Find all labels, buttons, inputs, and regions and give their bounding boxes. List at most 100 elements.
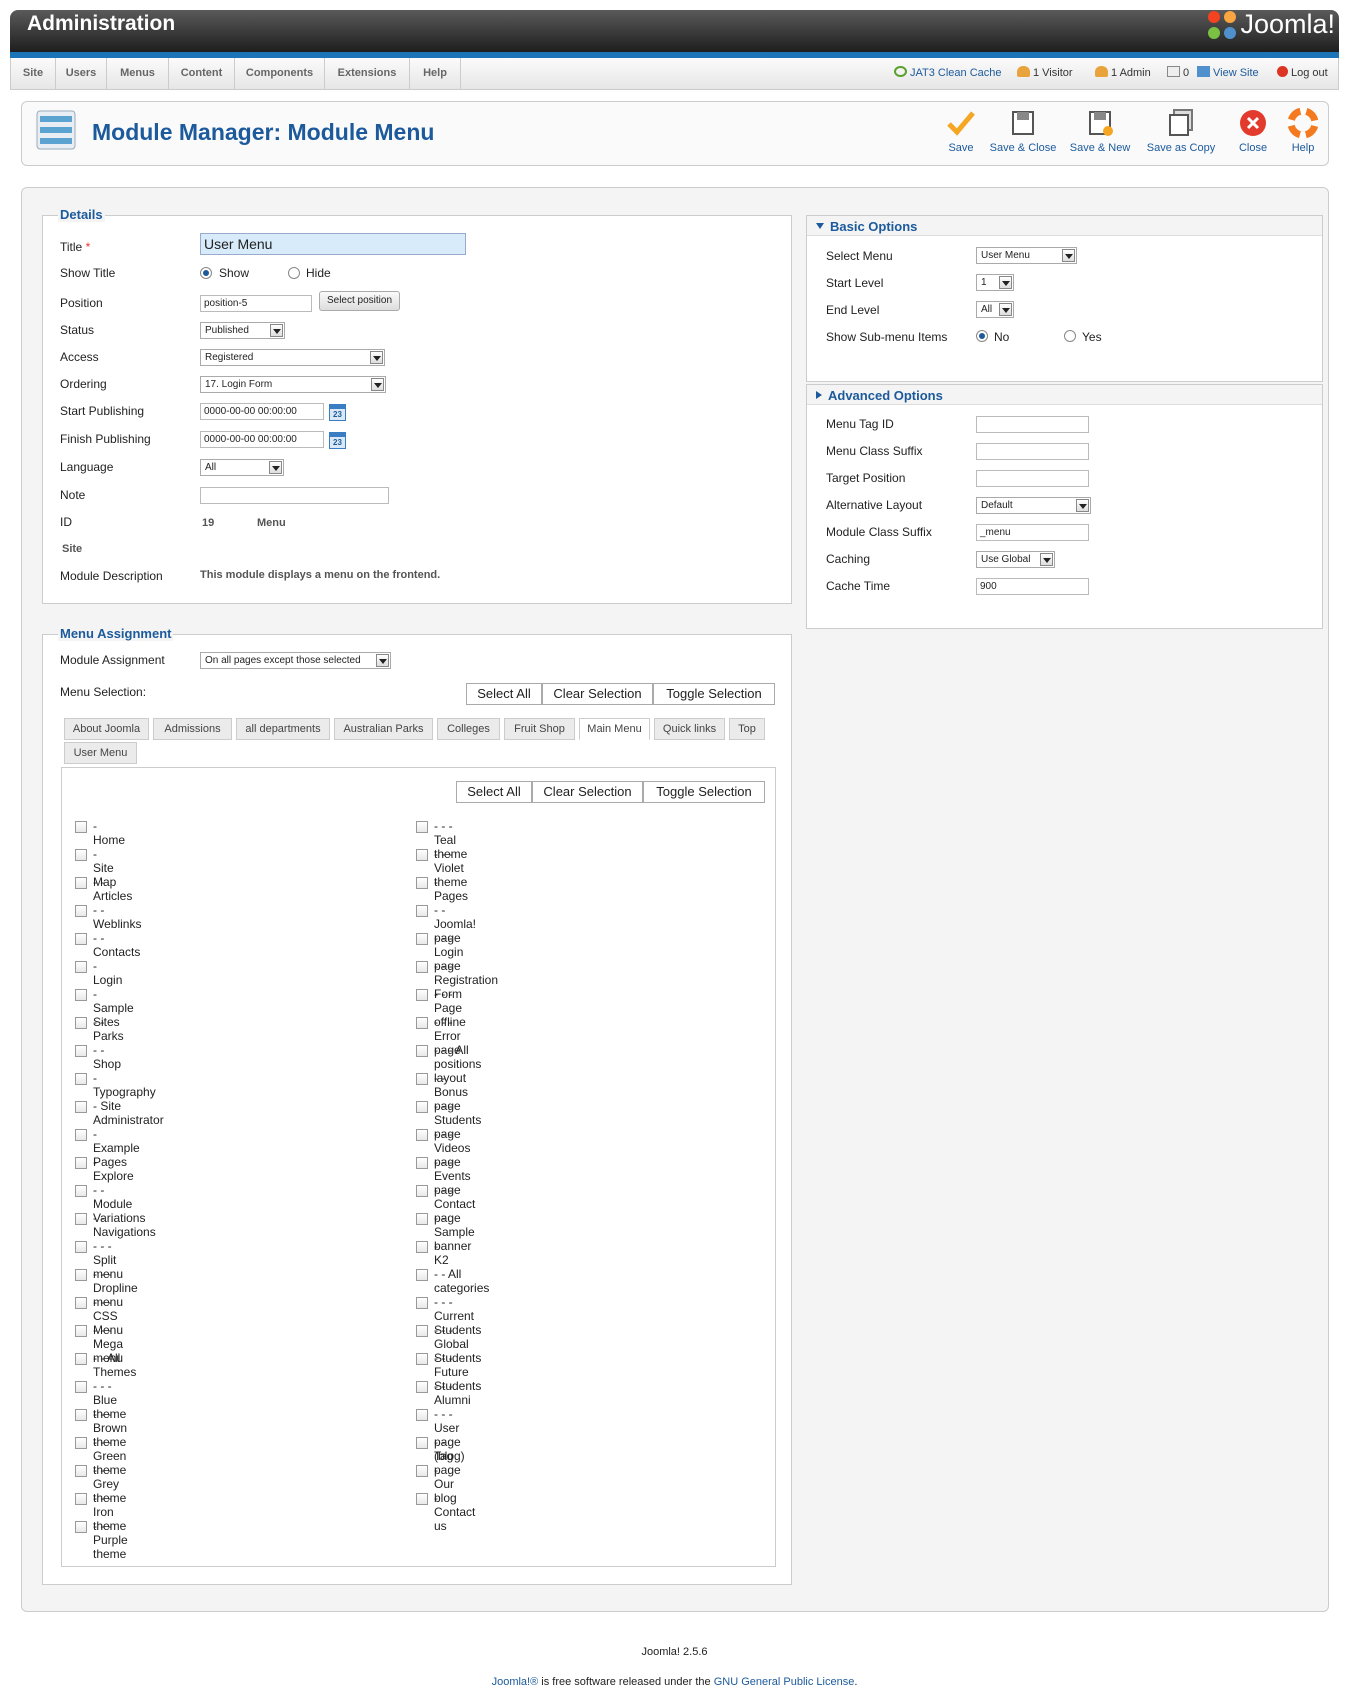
submenu-no-radio[interactable]: [976, 330, 988, 342]
menu-users[interactable]: Users: [56, 58, 107, 89]
menu-help[interactable]: Help: [410, 58, 461, 89]
menu-item-checkbox[interactable]: [416, 933, 428, 945]
menu-item-checkbox[interactable]: [75, 1129, 87, 1141]
menu-item-checkbox[interactable]: [416, 1325, 428, 1337]
finish-publishing-input[interactable]: 0000-00-00 00:00:00: [200, 431, 324, 448]
module-class-suffix-input[interactable]: _menu: [976, 524, 1089, 541]
gpl-link[interactable]: GNU General Public License: [714, 1676, 855, 1688]
menu-class-suffix-input[interactable]: [976, 443, 1089, 460]
calendar-icon[interactable]: 23: [329, 404, 346, 421]
menu-item-checkbox[interactable]: [416, 1493, 428, 1505]
menu-item-checkbox[interactable]: [416, 1437, 428, 1449]
save-new-button[interactable]: Save & New: [1067, 108, 1133, 154]
menu-item-checkbox[interactable]: [416, 1297, 428, 1309]
tab-australian-parks[interactable]: Australian Parks: [334, 718, 433, 740]
title-input[interactable]: User Menu: [200, 233, 466, 255]
menu-item-checkbox[interactable]: [75, 1493, 87, 1505]
advanced-options-header[interactable]: Advanced Options: [816, 387, 943, 405]
menu-item-checkbox[interactable]: [75, 877, 87, 889]
menu-item-checkbox[interactable]: [75, 1409, 87, 1421]
tab-user-menu[interactable]: User Menu: [64, 742, 137, 764]
menu-item-checkbox[interactable]: [416, 1185, 428, 1197]
menu-item-checkbox[interactable]: [75, 1101, 87, 1113]
toggle-selection-button[interactable]: Toggle Selection: [653, 683, 775, 705]
note-input[interactable]: [200, 487, 389, 504]
caching-select[interactable]: Use Global: [976, 551, 1055, 568]
view-site-link[interactable]: View Site: [1197, 58, 1259, 89]
panel-toggle-selection-button[interactable]: Toggle Selection: [643, 781, 765, 803]
close-button[interactable]: Close: [1236, 108, 1270, 154]
menu-item-checkbox[interactable]: [416, 1129, 428, 1141]
menu-item-checkbox[interactable]: [416, 961, 428, 973]
status-select[interactable]: Published: [200, 322, 285, 339]
position-input[interactable]: position-5: [200, 295, 312, 312]
menu-item-checkbox[interactable]: [75, 1381, 87, 1393]
panel-select-all-button[interactable]: Select All: [456, 781, 532, 803]
menu-components[interactable]: Components: [235, 58, 325, 89]
messages-count[interactable]: 0: [1167, 58, 1189, 89]
cache-time-input[interactable]: 900: [976, 578, 1089, 595]
tab-colleges[interactable]: Colleges: [437, 718, 500, 740]
menu-item-checkbox[interactable]: [416, 1381, 428, 1393]
alternative-layout-select[interactable]: Default: [976, 497, 1091, 514]
menu-item-checkbox[interactable]: [416, 1101, 428, 1113]
tab-fruit-shop[interactable]: Fruit Shop: [504, 718, 575, 740]
menu-item-checkbox[interactable]: [75, 1157, 87, 1169]
menu-item-checkbox[interactable]: [75, 1045, 87, 1057]
menu-site[interactable]: Site: [11, 58, 56, 89]
clear-selection-button[interactable]: Clear Selection: [542, 683, 653, 705]
menu-item-checkbox[interactable]: [75, 1521, 87, 1533]
panel-clear-selection-button[interactable]: Clear Selection: [532, 781, 643, 803]
menu-menus[interactable]: Menus: [107, 58, 169, 89]
tab-all-departments[interactable]: all departments: [236, 718, 330, 740]
menu-item-checkbox[interactable]: [75, 1465, 87, 1477]
joomla-link[interactable]: Joomla!®: [492, 1676, 539, 1688]
menu-item-checkbox[interactable]: [75, 933, 87, 945]
show-title-show-radio[interactable]: [200, 267, 212, 279]
menu-item-checkbox[interactable]: [416, 989, 428, 1001]
save-copy-button[interactable]: Save as Copy: [1146, 108, 1216, 154]
end-level-select[interactable]: All: [976, 301, 1014, 318]
logout-link[interactable]: Log out: [1277, 58, 1328, 89]
start-publishing-input[interactable]: 0000-00-00 00:00:00: [200, 403, 324, 420]
menu-item-checkbox[interactable]: [75, 1073, 87, 1085]
menu-item-checkbox[interactable]: [75, 1325, 87, 1337]
menu-item-checkbox[interactable]: [75, 1437, 87, 1449]
tab-main-menu[interactable]: Main Menu: [579, 718, 650, 740]
menu-item-checkbox[interactable]: [75, 1241, 87, 1253]
module-assignment-select[interactable]: On all pages except those selected: [200, 652, 391, 669]
menu-item-checkbox[interactable]: [416, 1465, 428, 1477]
menu-item-checkbox[interactable]: [75, 961, 87, 973]
calendar-icon[interactable]: 23: [329, 432, 346, 449]
menu-extensions[interactable]: Extensions: [325, 58, 410, 89]
tab-about-joomla[interactable]: About Joomla: [64, 718, 149, 740]
tab-admissions[interactable]: Admissions: [153, 718, 232, 740]
menu-content[interactable]: Content: [169, 58, 235, 89]
menu-item-checkbox[interactable]: [416, 849, 428, 861]
menu-item-checkbox[interactable]: [75, 1017, 87, 1029]
access-select[interactable]: Registered: [200, 349, 385, 366]
menu-item-checkbox[interactable]: [416, 905, 428, 917]
menu-item-checkbox[interactable]: [416, 1241, 428, 1253]
menu-item-checkbox[interactable]: [416, 1409, 428, 1421]
menu-item-checkbox[interactable]: [75, 1297, 87, 1309]
submenu-yes-radio[interactable]: [1064, 330, 1076, 342]
save-button[interactable]: Save: [944, 108, 978, 154]
ordering-select[interactable]: 17. Login Form: [200, 376, 386, 393]
start-level-select[interactable]: 1: [976, 274, 1014, 291]
menu-item-checkbox[interactable]: [75, 849, 87, 861]
menu-item-checkbox[interactable]: [75, 1213, 87, 1225]
select-position-button[interactable]: Select position: [319, 291, 400, 311]
menu-item-checkbox[interactable]: [75, 905, 87, 917]
save-close-button[interactable]: Save & Close: [988, 108, 1058, 154]
menu-item-checkbox[interactable]: [416, 877, 428, 889]
help-button[interactable]: Help: [1286, 107, 1320, 154]
menu-item-checkbox[interactable]: [75, 821, 87, 833]
menu-item-checkbox[interactable]: [75, 1353, 87, 1365]
tab-quick-links[interactable]: Quick links: [654, 718, 725, 740]
menu-item-checkbox[interactable]: [416, 821, 428, 833]
select-all-button[interactable]: Select All: [466, 683, 542, 705]
show-title-hide-radio[interactable]: [288, 267, 300, 279]
menu-item-checkbox[interactable]: [75, 1269, 87, 1281]
basic-options-header[interactable]: Basic Options: [816, 218, 917, 236]
